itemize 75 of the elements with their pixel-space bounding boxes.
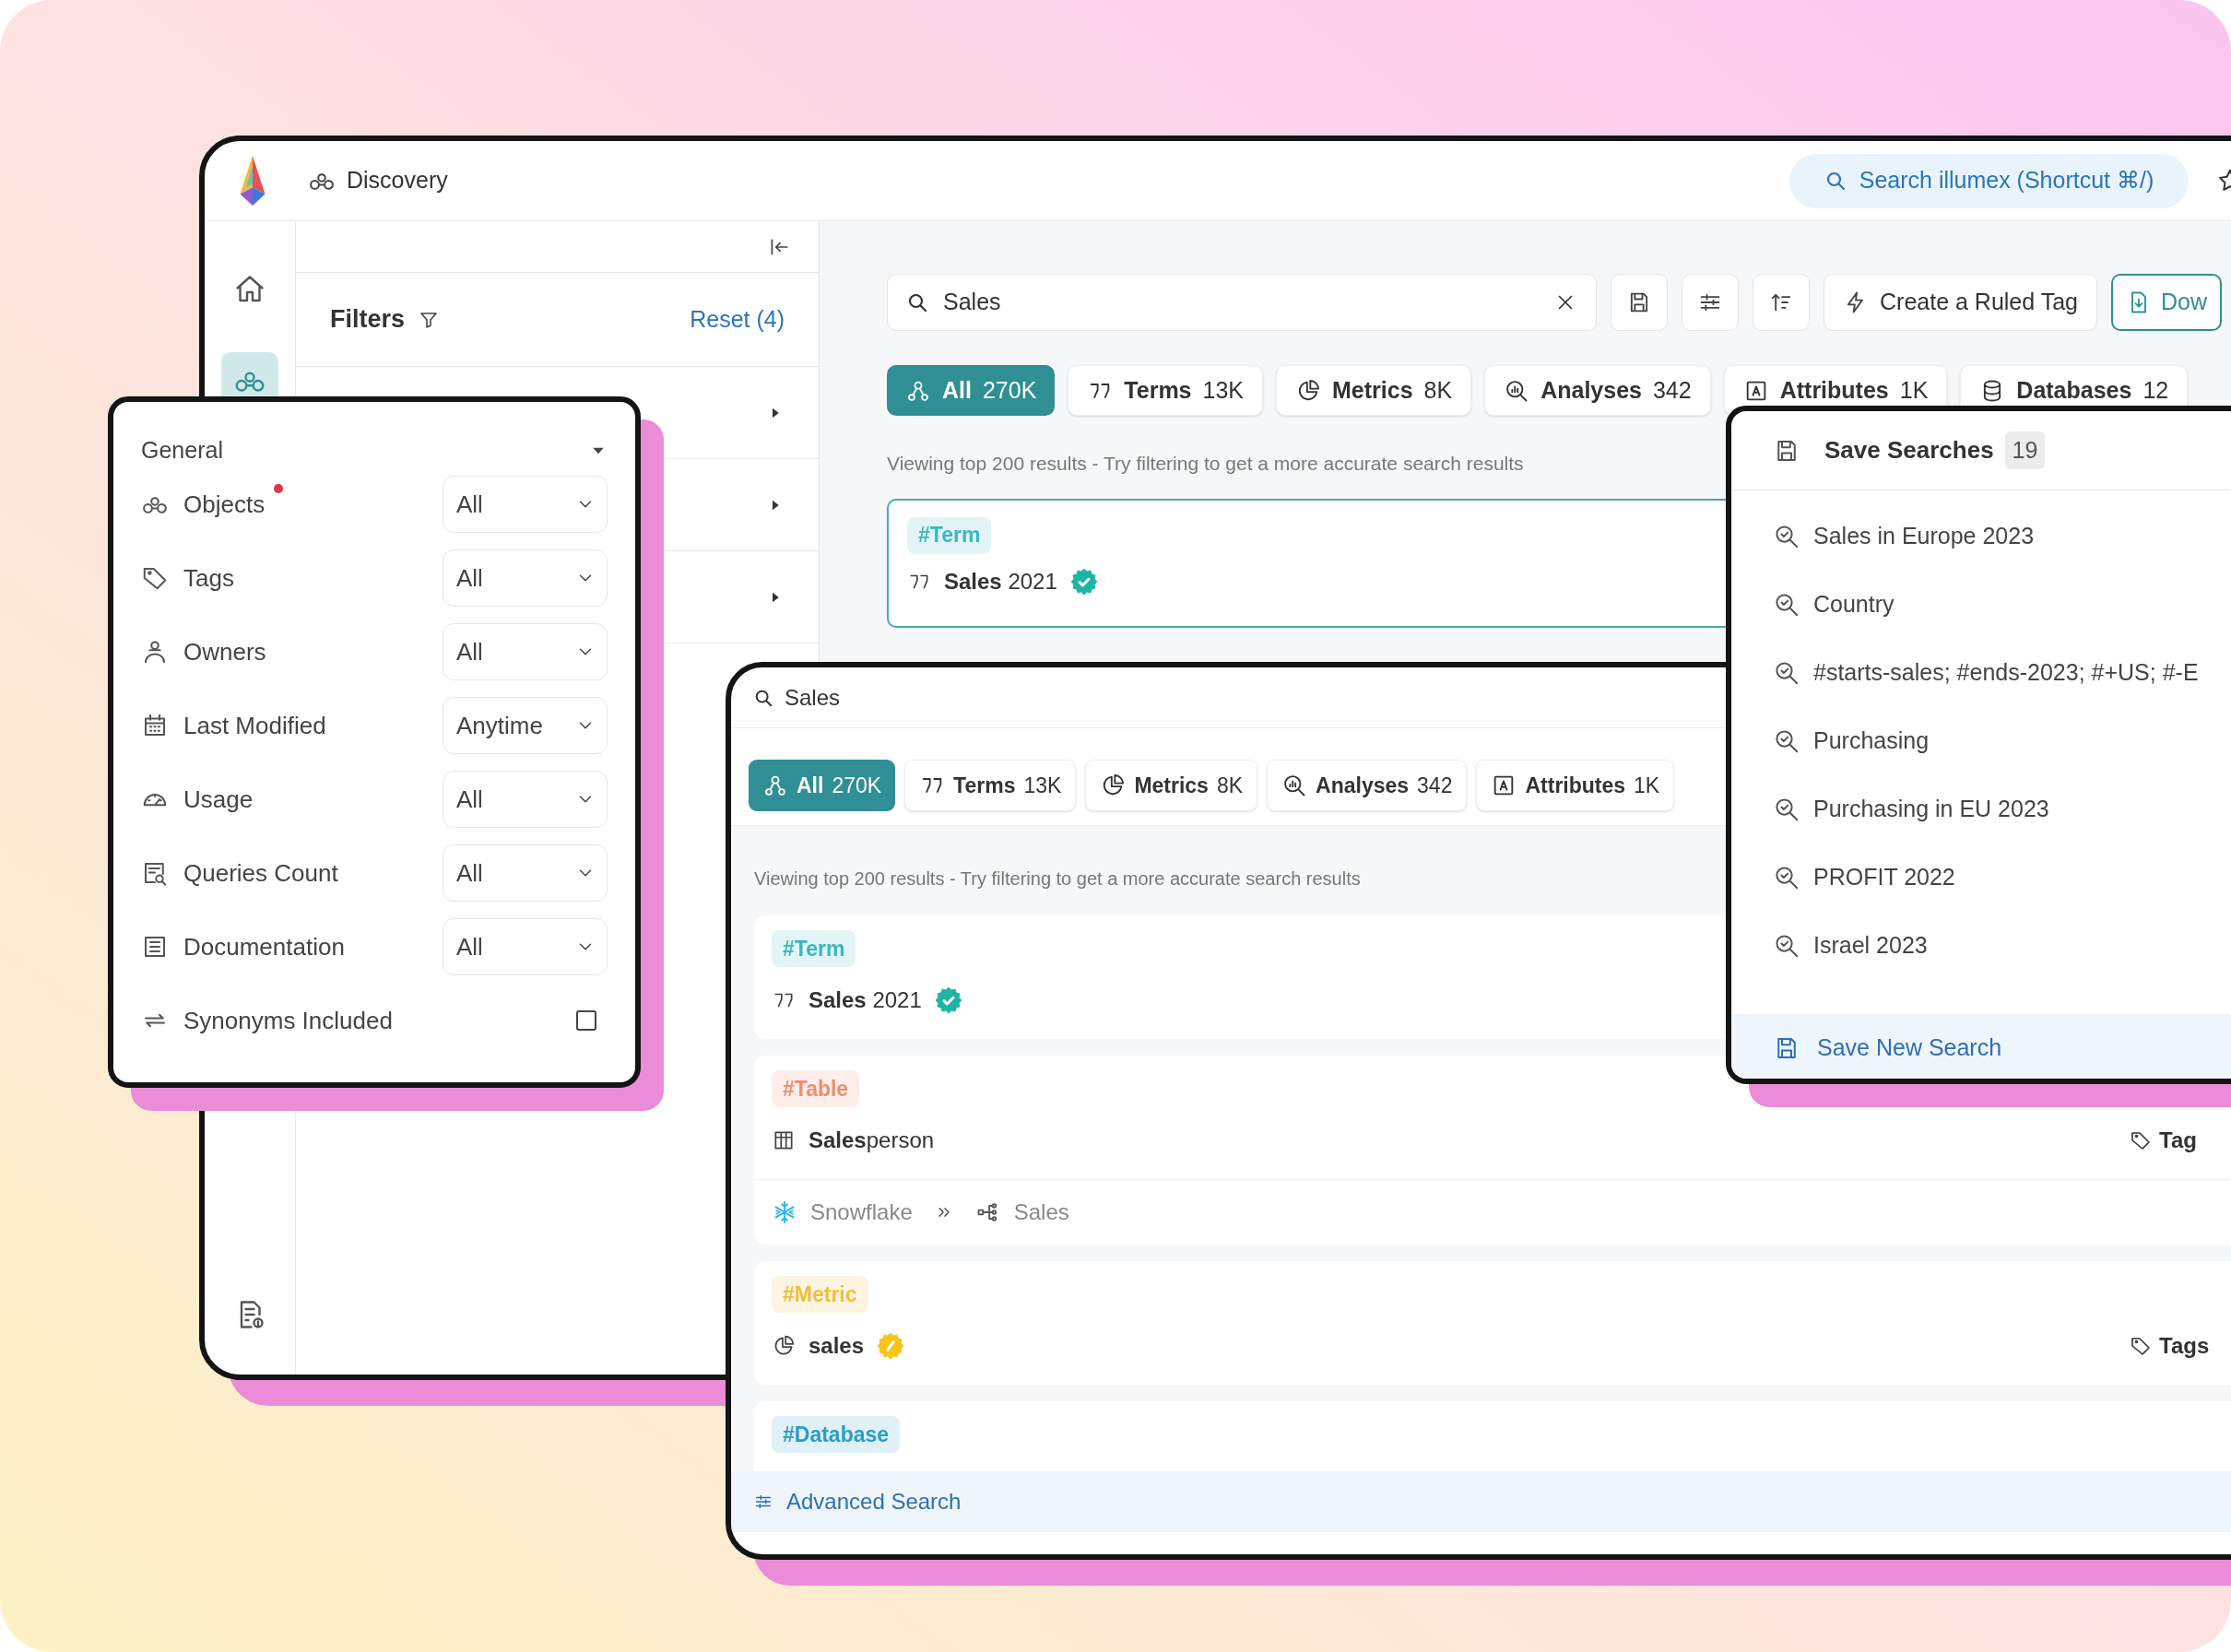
results-info: Viewing top 200 results - Try filtering to get a more accurate search results <box>754 867 1361 891</box>
type-tag: #Term <box>907 516 992 554</box>
filter-tab[interactable]: Metrics 8K <box>1085 760 1258 811</box>
search-check-icon <box>1773 796 1800 823</box>
result-name[interactable]: Sales 2021 <box>944 564 1057 598</box>
filter-tab[interactable]: All 270K <box>749 760 896 811</box>
search-check-icon <box>1773 523 1800 550</box>
type-tag: #Term <box>772 930 856 967</box>
result-card[interactable]: #Metric sales Tags <box>754 1261 2231 1385</box>
result-name[interactable]: sales <box>809 1329 865 1363</box>
tag-icon <box>2130 1335 2152 1357</box>
filter-label: Usage <box>183 784 254 815</box>
filter-label: Queries Count <box>183 857 338 889</box>
filter-dropdown[interactable]: All <box>443 771 608 828</box>
search-icon <box>906 291 928 313</box>
search-check-icon <box>1773 932 1800 960</box>
type-tag: #Table <box>772 1070 860 1107</box>
type-tag: #Metric <box>772 1276 868 1313</box>
saved-search-item[interactable]: Purchasing <box>1813 724 1930 759</box>
search-check-icon <box>1773 659 1800 687</box>
tags-link[interactable]: Tag <box>2130 1124 2207 1157</box>
filter-dropdown[interactable]: Anytime <box>443 697 608 754</box>
saved-search-item[interactable]: #starts-sales; #ends-2023; #+US; #-E <box>1813 655 2199 690</box>
breadcrumb-link[interactable]: Sales <box>1013 1196 1069 1229</box>
result-card[interactable]: #Table Salesperson Tag Snowflake Sales <box>754 1056 2231 1245</box>
filter-dropdown[interactable]: All <box>443 844 608 902</box>
saved-search-item[interactable]: Country <box>1813 587 1895 622</box>
reset-link[interactable]: Reset (4) <box>690 301 785 337</box>
filter-label: Synonyms Included <box>183 1005 393 1036</box>
filter-label: Objects <box>183 489 266 520</box>
download-button[interactable]: Dow <box>2110 274 2222 331</box>
filter-tab[interactable]: Analyses 342 <box>1267 760 1468 811</box>
global-search-field[interactable]: Search illumex (Shortcut ⌘/) <box>1789 153 2189 208</box>
count-badge: 19 <box>2004 431 2046 470</box>
page-title: Discovery <box>347 166 448 195</box>
filter-dropdown[interactable]: All <box>443 623 608 680</box>
checkbox[interactable] <box>576 1010 596 1031</box>
tags-link[interactable]: Tags <box>2130 1329 2207 1363</box>
filter-tab[interactable]: All 270K <box>887 365 1056 416</box>
saved-search-item[interactable]: Israel 2023 <box>1813 928 1928 963</box>
filter-label: Tags <box>183 562 234 594</box>
filter-dropdown[interactable]: All <box>443 549 608 607</box>
filter-tab[interactable]: Terms 13K <box>1068 365 1263 416</box>
filter-tab[interactable]: Analyses 342 <box>1484 365 1711 416</box>
advanced-search-button[interactable]: Advanced Search <box>731 1471 2231 1532</box>
ruled-tag-button[interactable]: Create a Ruled Tag <box>1824 274 2097 331</box>
search-field[interactable]: Sales <box>887 274 1597 331</box>
search-check-icon <box>1773 591 1800 619</box>
save-button[interactable] <box>1611 274 1668 331</box>
filter-tab[interactable]: Metrics 8K <box>1276 365 1472 416</box>
sort-button[interactable] <box>1753 274 1810 331</box>
type-tag: #Database <box>772 1416 901 1453</box>
filter-label: Last Modified <box>183 710 326 741</box>
saved-search-item[interactable]: Sales in Europe 2023 <box>1813 519 2035 554</box>
result-name[interactable]: Salesperson <box>809 1124 935 1157</box>
popup-title: Save Searches <box>1824 435 1994 466</box>
tag-icon <box>2130 1129 2152 1151</box>
breadcrumb-link[interactable]: Snowflake <box>810 1196 913 1229</box>
panel-title: Filters <box>330 304 406 336</box>
filter-dropdown[interactable]: All <box>443 918 608 975</box>
settings-button[interactable] <box>1682 274 1739 331</box>
filter-label: Owners <box>183 636 266 667</box>
filter-dropdown[interactable]: All <box>443 476 608 533</box>
table-icon <box>772 1128 796 1152</box>
section-title: General <box>141 436 223 466</box>
filter-tab[interactable]: Terms 13K <box>904 760 1077 811</box>
saved-search-item[interactable]: PROFIT 2022 <box>1813 860 1955 895</box>
search-check-icon <box>1773 864 1800 891</box>
result-name[interactable]: Sales 2021 <box>809 984 922 1017</box>
results-info: Viewing top 200 results - Try filtering to get a more accurate search results <box>887 452 1524 476</box>
filter-label: Documentation <box>183 931 345 962</box>
search-check-icon <box>1773 727 1800 755</box>
save-new-search-button[interactable]: Save New Search <box>1731 1014 2231 1079</box>
filter-tab[interactable]: Attributes 1K <box>1476 760 1675 811</box>
saved-search-item[interactable]: Purchasing in EU 2023 <box>1813 792 2049 827</box>
